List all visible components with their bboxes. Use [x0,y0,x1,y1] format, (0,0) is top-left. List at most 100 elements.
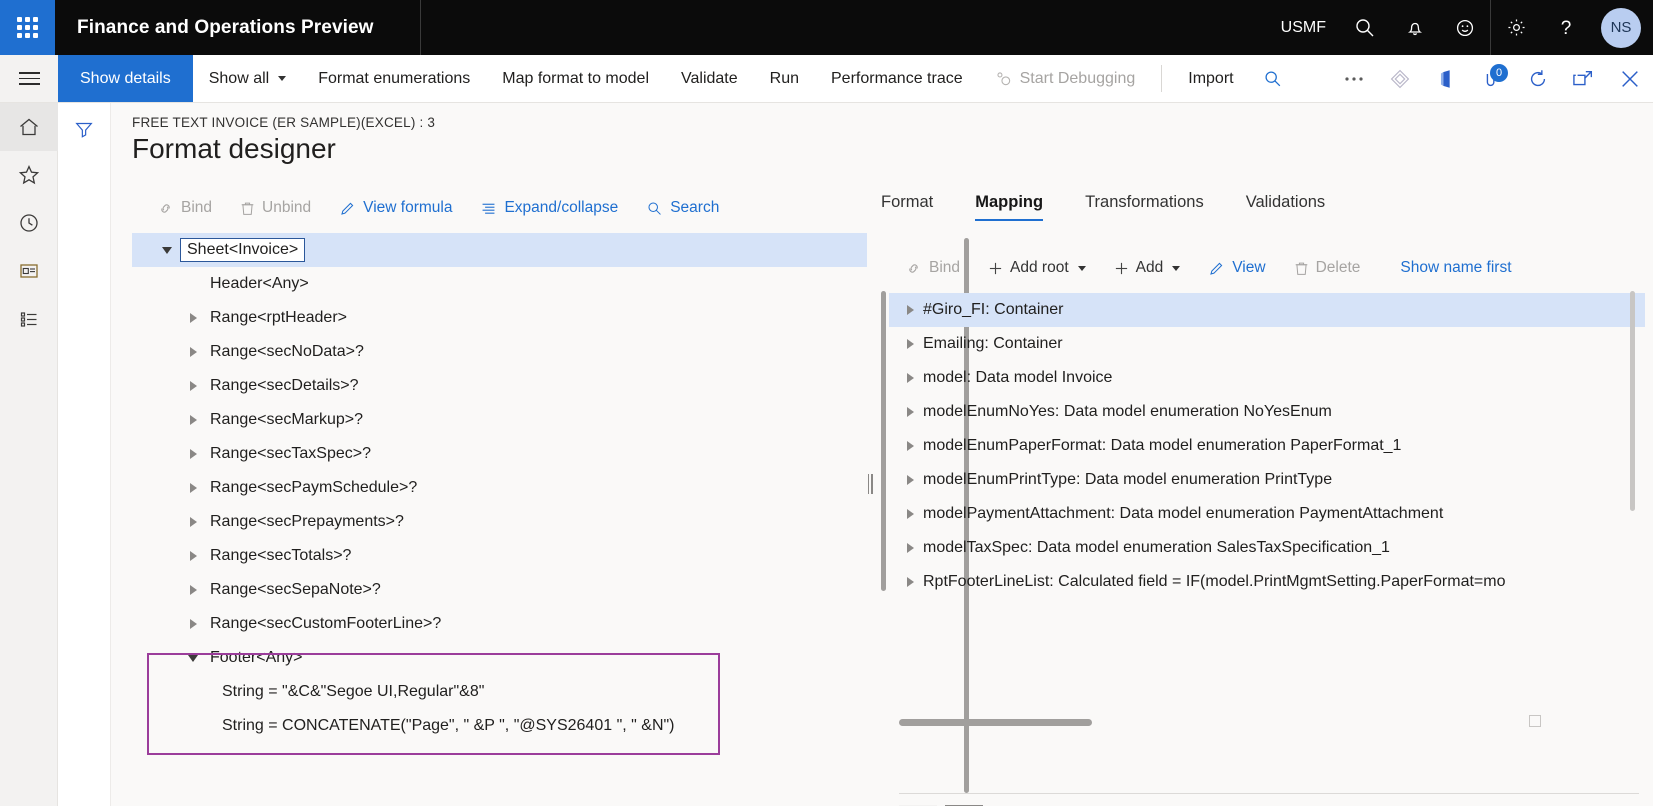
open-in-new-window-icon[interactable] [1561,55,1607,102]
tree-row[interactable]: Range<secPrepayments>? [132,505,867,539]
tree-twisty-right-icon[interactable] [897,305,923,315]
cmd-run[interactable]: Run [754,55,815,102]
show-name-first-button[interactable]: Show name first [1386,253,1525,283]
add-root-button[interactable]: Add root [974,253,1100,283]
tree-twisty-right-icon[interactable] [897,441,923,451]
mapping-row[interactable]: model: Data model Invoice [889,361,1645,395]
mapping-horizontal-scrollbar[interactable] [899,719,1529,726]
tree-twisty-right-icon[interactable] [897,373,923,383]
tree-row[interactable]: Range<secDetails>? [132,369,867,403]
tree-row[interactable]: Range<secCustomFooterLine>? [132,607,867,641]
tree-twisty-right-icon[interactable] [897,543,923,553]
sidebar-item-favorites[interactable] [0,151,58,199]
plus-icon [1115,262,1127,274]
mapping-row[interactable]: modelPaymentAttachment: Data model enume… [889,497,1645,531]
tab-mapping[interactable]: Mapping [975,193,1065,221]
tree-row[interactable]: Range<secSepaNote>? [132,573,867,607]
cmd-performance-trace[interactable]: Performance trace [815,55,979,102]
tab-transformations[interactable]: Transformations [1085,193,1226,221]
panel-splitter[interactable] [866,473,874,495]
mapping-tree[interactable]: #Giro_FI: Container Emailing: Container … [889,293,1645,713]
menu-toggle-button[interactable] [0,55,58,102]
tree-row[interactable]: Range<secTaxSpec>? [132,437,867,471]
app-launcher-button[interactable] [0,0,55,55]
tree-row[interactable]: String = "&C&"Segoe UI,Regular"&8" [132,675,867,709]
add-button[interactable]: Add [1100,253,1195,283]
sidebar-item-home[interactable] [0,103,58,151]
sidebar-item-list[interactable] [0,295,58,343]
diamond-flow-icon[interactable] [1377,55,1423,102]
help-icon[interactable]: ? [1541,0,1591,55]
bind-icon [161,203,170,213]
tree-row[interactable]: Header<Any> [132,267,867,301]
filter-button[interactable] [65,112,103,146]
tree-twisty-right-icon[interactable] [180,517,206,527]
tree-twisty-down-icon[interactable] [154,246,180,254]
tree-twisty-right-icon[interactable] [180,347,206,357]
tree-twisty-right-icon[interactable] [897,407,923,417]
search-button[interactable]: Search [632,193,733,223]
tree-row[interactable]: Range<secPaymSchedule>? [132,471,867,505]
topbar-actions: USMF ? NS [1267,0,1653,55]
search-icon[interactable] [1340,0,1390,55]
tree-twisty-right-icon[interactable] [897,509,923,519]
mapping-row[interactable]: Emailing: Container [889,327,1645,361]
cmd-format-enumerations[interactable]: Format enumerations [302,55,486,102]
smiley-icon[interactable] [1440,0,1490,55]
cmd-validate[interactable]: Validate [665,55,754,102]
tree-row[interactable]: Range<secTotals>? [132,539,867,573]
mapping-row[interactable]: modelTaxSpec: Data model enumeration Sal… [889,531,1645,565]
mapping-left-scrollbar[interactable] [881,291,886,711]
sidebar-item-workspaces[interactable] [0,247,58,295]
close-icon[interactable] [1607,55,1653,102]
tree-twisty-right-icon[interactable] [180,313,206,323]
tree-row[interactable]: Sheet<Invoice> [132,233,867,267]
refresh-icon[interactable] [1515,55,1561,102]
command-search-icon[interactable] [1250,55,1296,102]
mapping-row[interactable]: RptFooterLineList: Calculated field = IF… [889,565,1645,599]
tree-twisty-right-icon[interactable] [180,551,206,561]
view-formula-label: View formula [363,199,453,216]
mapping-row-label: RptFooterLineList: Calculated field = IF… [923,573,1506,590]
tree-twisty-right-icon[interactable] [180,381,206,391]
tree-twisty-right-icon[interactable] [180,483,206,493]
mapping-row[interactable]: #Giro_FI: Container [889,293,1645,327]
sidebar-item-recent[interactable] [0,199,58,247]
tree-row[interactable]: Range<rptHeader> [132,301,867,335]
unbind-button: Unbind [226,193,325,223]
office-app-icon[interactable] [1423,55,1469,102]
tree-twisty-right-icon[interactable] [897,577,923,587]
tree-twisty-right-icon[interactable] [180,585,206,595]
bell-icon[interactable] [1390,0,1440,55]
mapping-row-label: modelEnumPaperFormat: Data model enumera… [923,437,1402,454]
cmd-import[interactable]: Import [1172,55,1249,102]
tab-validations[interactable]: Validations [1246,193,1348,221]
tree-row-footer[interactable]: Footer<Any> [132,641,867,675]
tree-twisty-right-icon[interactable] [897,339,923,349]
mapping-row[interactable]: modelEnumPaperFormat: Data model enumera… [889,429,1645,463]
tree-twisty-right-icon[interactable] [180,619,206,629]
tree-twisty-right-icon[interactable] [180,415,206,425]
tree-row[interactable]: String = CONCATENATE("Page", " &P ", "@S… [132,709,867,743]
expand-collapse-button[interactable]: Expand/collapse [466,193,632,223]
company-selector[interactable]: USMF [1267,19,1340,37]
cmd-show-all[interactable]: Show all [193,55,302,102]
view-formula-button[interactable]: View formula [325,193,466,223]
avatar[interactable]: NS [1601,7,1641,48]
mapping-row[interactable]: modelEnumNoYes: Data model enumeration N… [889,395,1645,429]
mapping-vertical-scrollbar[interactable] [1630,291,1635,511]
tree-row[interactable]: Range<secMarkup>? [132,403,867,437]
cmd-map-format-to-model[interactable]: Map format to model [486,55,665,102]
attachments-icon[interactable]: 0 [1469,55,1515,102]
mapping-row[interactable]: modelEnumPrintType: Data model enumerati… [889,463,1645,497]
overflow-menu-icon[interactable] [1331,55,1377,102]
tree-row[interactable]: Range<secNoData>? [132,335,867,369]
tree-twisty-right-icon[interactable] [180,449,206,459]
gear-icon[interactable] [1491,0,1541,55]
tree-twisty-right-icon[interactable] [897,475,923,485]
tab-format[interactable]: Format [881,193,955,221]
view-button[interactable]: View [1194,253,1279,283]
format-tree[interactable]: Sheet<Invoice> Header<Any> Range<rptHead… [132,233,867,799]
show-details-button[interactable]: Show details [58,55,193,102]
tree-twisty-down-icon[interactable] [180,654,206,662]
